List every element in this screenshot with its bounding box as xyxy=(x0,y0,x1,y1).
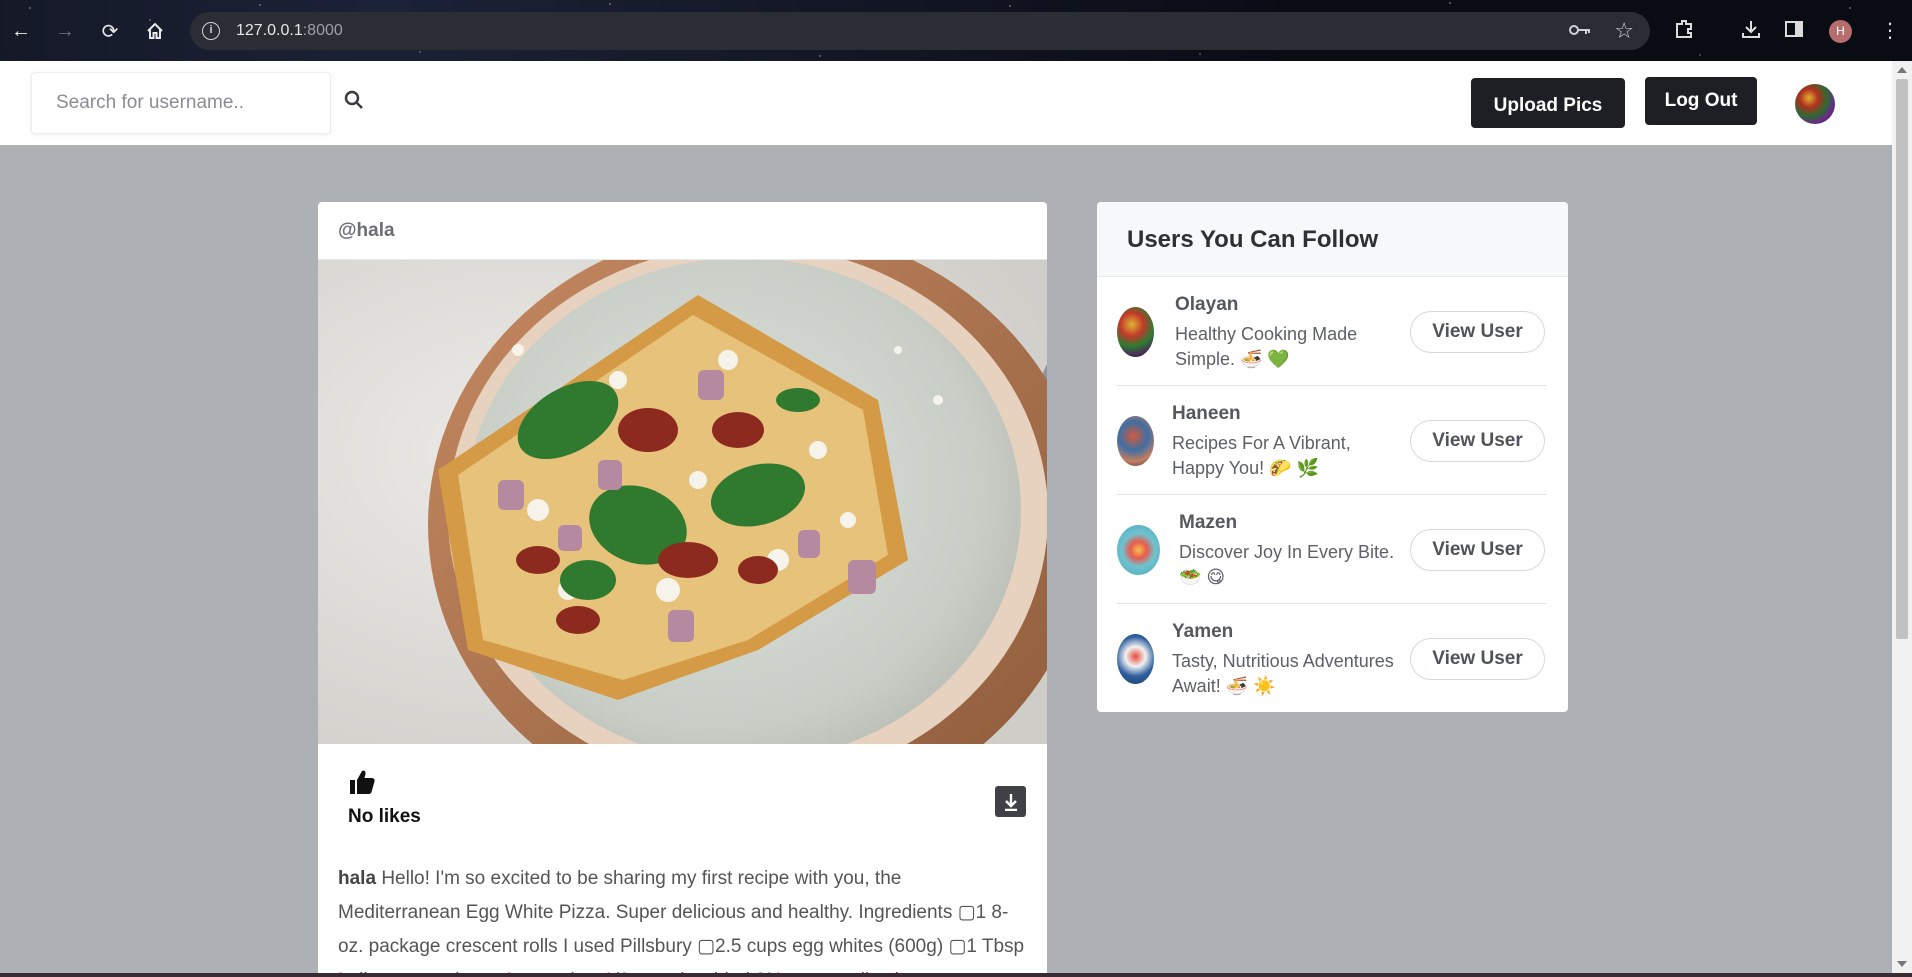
post-card: @hala No likes hala Hello! I'm so excite… xyxy=(318,202,1047,973)
caption-author[interactable]: hala xyxy=(338,868,376,889)
suggested-user-name[interactable]: Olayan xyxy=(1175,294,1238,316)
suggested-user-row: Yamen Tasty, Nutritious Adventures Await… xyxy=(1117,604,1546,712)
suggested-user-row: Haneen Recipes For A Vibrant, Happy You!… xyxy=(1117,386,1546,495)
scroll-up-arrow-icon[interactable] xyxy=(1897,67,1907,73)
suggested-user-name[interactable]: Haneen xyxy=(1172,403,1241,425)
search-input[interactable] xyxy=(31,72,331,134)
url-text: 127.0.0.1:8000 xyxy=(236,22,343,39)
download-icon[interactable] xyxy=(1740,18,1762,46)
view-user-button[interactable]: View User xyxy=(1410,529,1545,571)
password-key-icon[interactable] xyxy=(1568,20,1592,45)
side-panel-icon[interactable] xyxy=(1783,18,1805,46)
suggested-user-avatar[interactable] xyxy=(1117,634,1154,684)
suggested-user-bio: Recipes For A Vibrant, Happy You! 🌮 🌿 xyxy=(1172,433,1351,478)
suggested-user-avatar[interactable] xyxy=(1117,416,1154,466)
post-username[interactable]: @hala xyxy=(318,202,1047,260)
profile-avatar[interactable]: H xyxy=(1829,20,1852,43)
bookmark-star-icon[interactable]: ☆ xyxy=(1614,18,1634,44)
caption-text: Hello! I'm so excited to be sharing my f… xyxy=(338,868,1025,973)
likes-count: No likes xyxy=(348,806,421,827)
suggested-user-name[interactable]: Mazen xyxy=(1179,512,1237,534)
suggested-user-name[interactable]: Yamen xyxy=(1172,621,1233,643)
forward-arrow-icon[interactable]: → xyxy=(52,18,78,44)
view-user-button[interactable]: View User xyxy=(1410,420,1545,462)
user-avatar[interactable] xyxy=(1795,84,1835,124)
download-arrow-icon xyxy=(1004,793,1017,811)
reload-icon[interactable]: ⟳ xyxy=(97,18,123,44)
back-arrow-icon[interactable]: ← xyxy=(8,18,34,44)
scroll-down-arrow-icon[interactable] xyxy=(1897,961,1907,967)
search-icon[interactable] xyxy=(344,90,368,114)
suggested-user-bio: Tasty, Nutritious Adventures Await! 🍜 ☀️ xyxy=(1172,651,1394,696)
extensions-icon[interactable] xyxy=(1673,18,1695,46)
suggested-user-row: Mazen Discover Joy In Every Bite. 🥗 😋 Vi… xyxy=(1117,495,1546,604)
address-bar[interactable]: i 127.0.0.1:8000 ☆ xyxy=(190,12,1650,50)
browser-toolbar: ← → ⟳ i 127.0.0.1:8000 ☆ H ⋮ xyxy=(0,0,1912,61)
download-button[interactable] xyxy=(995,786,1026,817)
post-image xyxy=(318,260,1047,744)
view-user-button[interactable]: View User xyxy=(1410,311,1545,353)
scrollbar-thumb[interactable] xyxy=(1896,79,1908,639)
menu-kebab-icon[interactable]: ⋮ xyxy=(1880,18,1900,43)
suggested-user-avatar[interactable] xyxy=(1117,525,1160,575)
upload-pics-button[interactable]: Upload Pics xyxy=(1471,78,1625,128)
suggested-user-bio: Discover Joy In Every Bite. 🥗 😋 xyxy=(1179,542,1395,587)
view-user-button[interactable]: View User xyxy=(1410,638,1545,680)
page-scrollbar[interactable] xyxy=(1892,61,1912,973)
suggestions-title: Users You Can Follow xyxy=(1097,202,1568,277)
top-navbar: Upload Pics Log Out xyxy=(0,61,1892,145)
site-info-icon[interactable]: i xyxy=(202,22,220,40)
thumbs-up-icon[interactable] xyxy=(348,768,376,796)
page-viewport: Upload Pics Log Out @hala xyxy=(0,61,1892,973)
home-icon[interactable] xyxy=(142,18,168,44)
suggested-user-bio: Healthy Cooking Made Simple. 🍜 💚 xyxy=(1175,324,1358,369)
post-caption: hala Hello! I'm so excited to be sharing… xyxy=(338,862,1028,973)
post-actions: No likes xyxy=(318,744,1047,854)
taskbar-edge xyxy=(0,973,1912,977)
log-out-button[interactable]: Log Out xyxy=(1645,77,1757,125)
suggested-user-avatar[interactable] xyxy=(1117,307,1154,357)
suggested-user-row: Olayan Healthy Cooking Made Simple. 🍜 💚 … xyxy=(1117,277,1546,386)
suggestions-card: Users You Can Follow Olayan Healthy Cook… xyxy=(1097,202,1568,712)
